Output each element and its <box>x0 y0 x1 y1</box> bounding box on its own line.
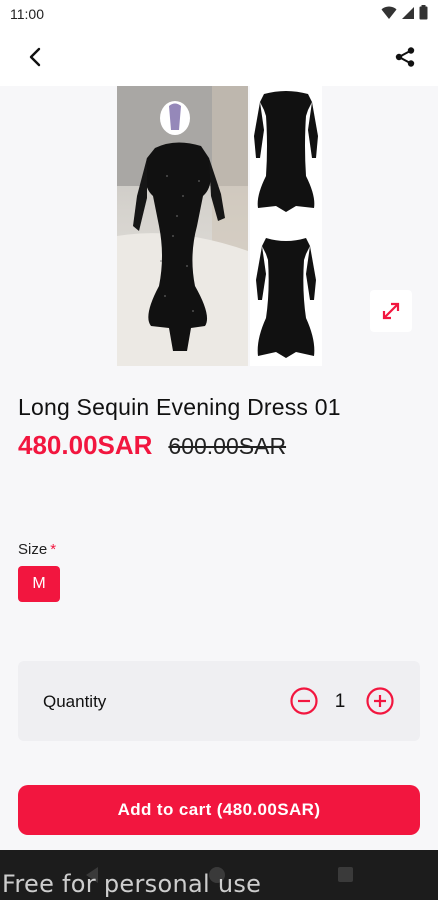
expand-image-button[interactable] <box>370 290 412 332</box>
battery-icon <box>419 5 428 20</box>
plus-circle-icon <box>366 687 394 715</box>
product-photo-main[interactable] <box>117 86 248 366</box>
quantity-card: Quantity 1 <box>18 661 420 741</box>
price-row: 480.00SAR 600.00SAR <box>18 430 286 461</box>
price-old: 600.00SAR <box>168 433 287 459</box>
wifi-icon <box>381 6 397 19</box>
app-bar <box>0 28 438 86</box>
quantity-value: 1 <box>334 691 346 712</box>
nav-recent-icon[interactable] <box>338 867 353 882</box>
arrow-left-icon <box>29 47 41 67</box>
minus-circle-icon <box>290 687 318 715</box>
status-time: 11:00 <box>10 6 44 22</box>
signal-icon <box>402 6 414 19</box>
required-mark: * <box>50 541 57 558</box>
status-bar: 11:00 <box>0 0 438 28</box>
watermark-text: Free for personal use <box>2 870 262 898</box>
quantity-decrease-button[interactable] <box>289 686 319 716</box>
size-label: Size * <box>18 541 56 558</box>
quantity-label: Quantity <box>43 692 107 711</box>
price-current: 480.00SAR <box>18 430 153 460</box>
expand-icon <box>382 302 400 320</box>
status-icons <box>381 5 428 20</box>
share-button[interactable] <box>390 42 420 72</box>
quantity-increase-button[interactable] <box>365 686 395 716</box>
back-button[interactable] <box>20 42 50 72</box>
dress-model-image <box>117 86 248 366</box>
product-gallery[interactable] <box>0 86 438 366</box>
dress-flat-images <box>254 91 318 358</box>
size-option-m[interactable]: M <box>18 566 60 602</box>
share-icon <box>395 47 415 67</box>
size-label-text: Size <box>18 541 48 558</box>
add-to-cart-button[interactable]: Add to cart (480.00SAR) <box>18 785 420 835</box>
product-photo-thumbnails[interactable] <box>250 86 322 366</box>
product-title: Long Sequin Evening Dress 01 <box>18 394 341 420</box>
